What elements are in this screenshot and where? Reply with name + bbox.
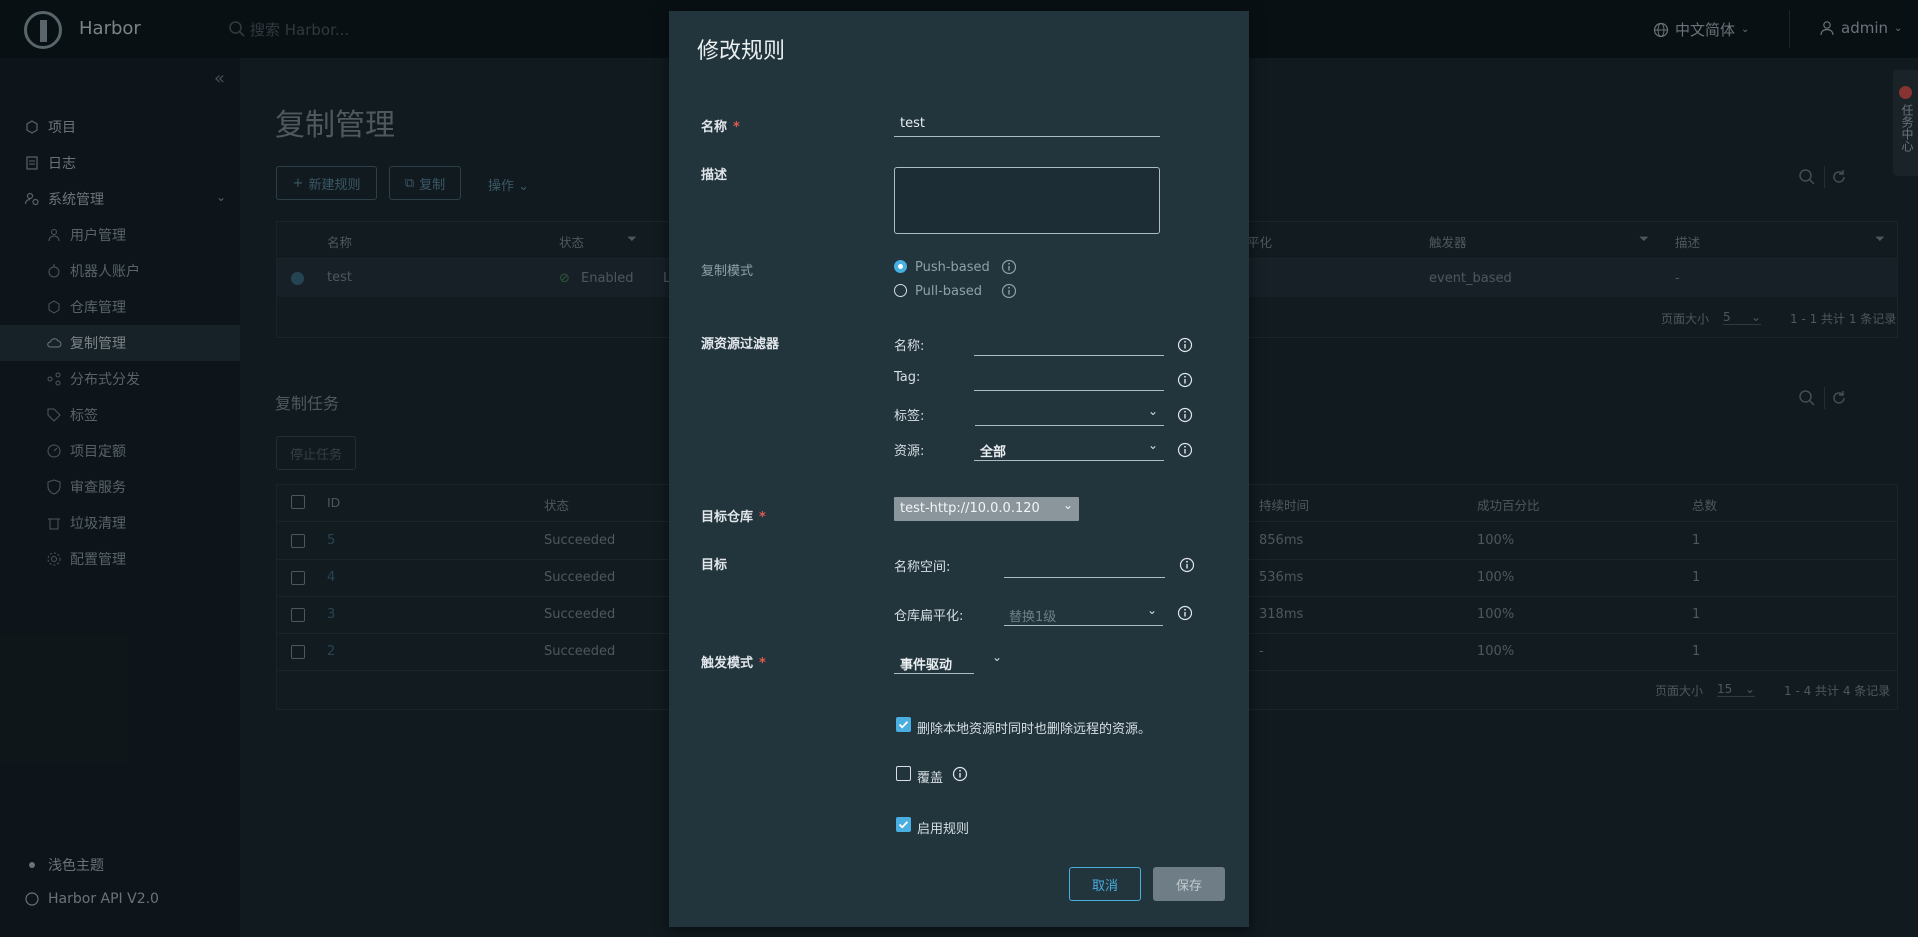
filter-name-input[interactable] [974,334,1164,356]
override-label: 覆盖 [917,771,944,786]
info-icon[interactable] [1179,557,1195,573]
name-label: 名称 * [701,116,740,135]
push-label: Push-based [915,260,990,275]
mode-label: 复制模式 [701,264,754,279]
resource-value: 全部 [980,445,1007,460]
target-repo-label: 目标仓库 * [701,506,766,525]
chevron-down-icon: ⌄ [1062,498,1073,512]
info-icon[interactable] [1001,259,1017,275]
description-textarea[interactable] [894,167,1160,234]
filter-label-select[interactable]: ⌄ [975,404,1164,426]
info-icon[interactable] [1177,442,1193,458]
chevron-down-icon: ⌄ [1146,603,1157,617]
push-radio[interactable] [894,260,907,273]
delete-remote-label: 删除本地资源时同时也删除远程的资源。 [917,722,1152,737]
info-icon[interactable] [1177,407,1193,423]
required-mark: * [759,656,766,671]
chevron-down-icon: ⌄ [1147,404,1158,418]
chevron-down-icon[interactable]: ⌄ [992,650,1002,664]
flatten-label: 仓库扁平化: [894,609,964,624]
filter-label: 源资源过滤器 [701,337,780,352]
delete-remote-checkbox[interactable] [896,717,911,732]
required-mark: * [733,120,740,135]
trigger-label: 触发模式 * [701,652,766,671]
pull-radio[interactable] [894,284,907,297]
chevron-down-icon: ⌄ [1147,438,1158,452]
cancel-button[interactable]: 取消 [1069,867,1141,901]
label-text: 名称 [701,120,728,135]
trigger-value: 事件驱动 [900,658,953,673]
filter-tag-label: Tag: [894,370,921,385]
edit-rule-modal: 修改规则 名称 * test 描述 复制模式 Push-based Pull-ba… [669,11,1249,927]
filter-label-label: 标签: [894,409,925,424]
enable-rule-label: 启用规则 [917,822,970,837]
info-icon[interactable] [1177,337,1193,353]
modal-title: 修改规则 [697,39,786,64]
flatten-select[interactable]: 替换1级 ⌄ [1004,602,1163,626]
info-icon[interactable] [1177,372,1193,388]
info-icon[interactable] [952,766,968,782]
name-input[interactable]: test [894,114,1160,137]
info-icon[interactable] [1177,605,1193,621]
namespace-label: 名称空间: [894,560,951,575]
button-label: 保存 [1175,878,1202,894]
filter-resource-select[interactable]: 全部 ⌄ [974,438,1164,461]
label-text: 触发模式 [701,656,754,671]
target-repo-select[interactable]: test-http://10.0.0.120 ⌄ [894,497,1079,521]
label-text: 目标仓库 [701,510,754,525]
target-label: 目标 [701,558,728,573]
desc-label: 描述 [701,168,728,183]
info-icon[interactable] [1001,283,1017,299]
namespace-input[interactable] [1004,554,1165,578]
override-checkbox[interactable] [896,766,911,781]
required-mark: * [759,510,766,525]
target-repo-value: test-http://10.0.0.120 [900,501,1040,516]
filter-resource-label: 资源: [894,444,925,459]
pull-label: Pull-based [915,284,983,299]
filter-name-label: 名称: [894,339,925,354]
trigger-select[interactable]: 事件驱动 [894,649,974,674]
filter-tag-input[interactable] [974,369,1164,391]
button-label: 取消 [1091,878,1118,894]
name-value: test [900,116,925,131]
enable-rule-checkbox[interactable] [896,817,911,832]
save-button[interactable]: 保存 [1153,867,1225,901]
flatten-value: 替换1级 [1009,610,1057,625]
